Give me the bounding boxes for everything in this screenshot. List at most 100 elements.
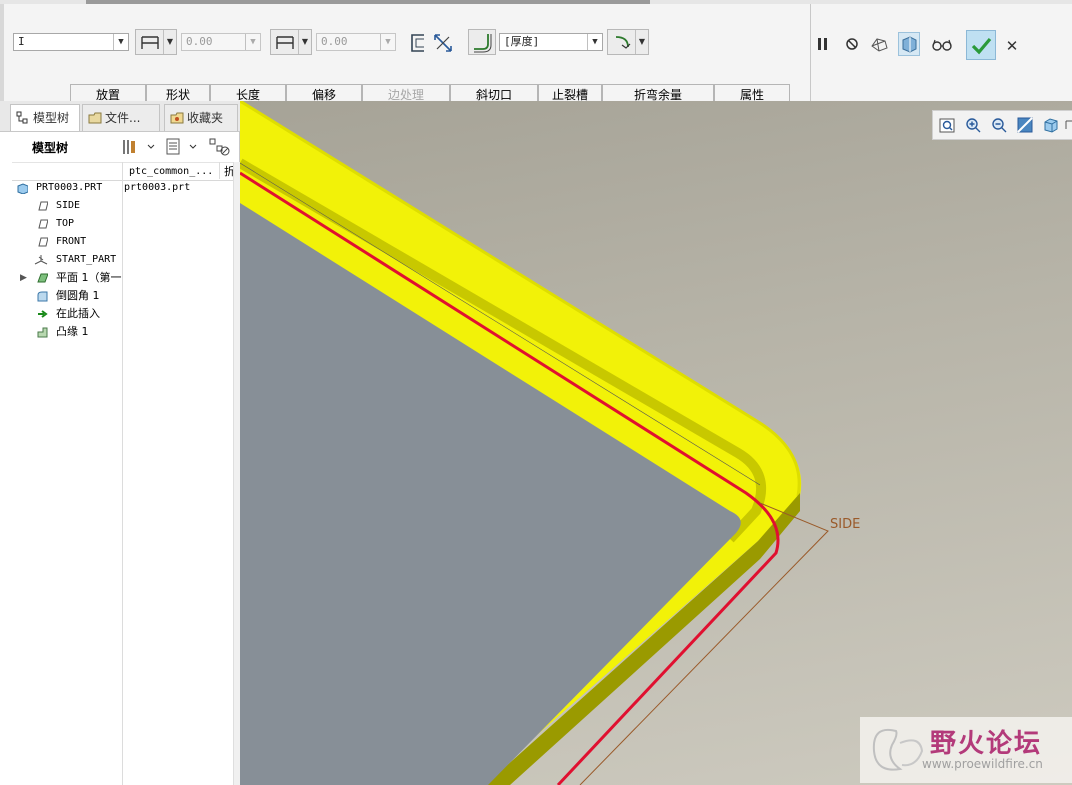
expand-arrow-icon[interactable]: ▶ <box>20 269 27 287</box>
tree-label-flange: 凸缘 1 <box>56 325 89 338</box>
tree-row-front[interactable]: FRONT <box>36 233 122 251</box>
tab-model-tree-label: 模型树 <box>33 111 70 125</box>
feature-dashboard: I ▼ ▼ 0.00 ▼ ▼ 0.00 ▼ [厚度] ▼ ▼ 放置 形状 长度 … <box>4 4 1072 104</box>
insert-here-arrow-icon <box>38 310 48 318</box>
chevron-down-icon: ▼ <box>163 30 176 54</box>
dashboard-separator <box>810 4 811 101</box>
favorites-folder-icon <box>170 112 184 124</box>
tree-row-top[interactable]: TOP <box>36 215 122 233</box>
length-span-icon <box>141 36 159 49</box>
bend-radius-side-button[interactable]: ▼ <box>607 29 649 55</box>
watermark-url: www.proewildfire.cn <box>922 757 1043 771</box>
check-icon <box>971 37 992 55</box>
length-span-icon <box>276 36 294 49</box>
tree-row-flange[interactable]: 凸缘 1 <box>36 323 122 341</box>
flange-type-value: I <box>18 35 25 48</box>
length1-type-button[interactable]: ▼ <box>135 29 177 55</box>
show-menu-button[interactable] <box>164 136 200 158</box>
datum-plane-icon <box>38 219 48 229</box>
thickness-value: [厚度] <box>504 35 540 48</box>
csys-icon <box>34 255 48 265</box>
refit-icon[interactable] <box>939 117 955 133</box>
thickness-combo[interactable]: [厚度] ▼ <box>499 33 603 51</box>
tree-row-insert-here[interactable]: 在此插入 <box>36 305 122 323</box>
chevron-down-icon: ▼ <box>587 34 602 50</box>
tree-row-planar-wall[interactable]: ▶ 平面 1（第一 <box>20 269 122 287</box>
length1-input[interactable]: 0.00 ▼ <box>181 33 261 51</box>
sketch-side-icon <box>411 34 424 52</box>
round-icon <box>37 291 48 302</box>
watermark-logo-icon <box>872 729 924 771</box>
tree-label-front: FRONT <box>56 236 87 247</box>
chevron-down-icon: ▼ <box>245 34 260 50</box>
pause-button[interactable] <box>812 32 834 56</box>
attached-preview-button[interactable] <box>868 32 890 56</box>
length1-value: 0.00 <box>186 35 213 48</box>
tree-col2-part: prt0003.prt <box>124 182 191 193</box>
flange-type-combo[interactable]: I ▼ <box>13 33 129 51</box>
model-tree-toolbar: 模型树 <box>12 132 240 162</box>
zoom-out-icon[interactable] <box>991 117 1007 133</box>
model-tree-icon <box>16 111 28 124</box>
settings-menu-button[interactable] <box>120 136 156 158</box>
tree-row-round[interactable]: 倒圆角 1 <box>36 287 122 305</box>
model-geometry <box>240 101 829 785</box>
tools-icon <box>123 140 155 154</box>
tree-row-part[interactable]: PRT0003.PRT prt0003.prt <box>16 179 232 197</box>
detached-preview-button[interactable] <box>898 32 920 56</box>
chevron-down-icon: ▼ <box>380 34 395 50</box>
folder-icon <box>88 112 102 124</box>
no-preview-icon <box>846 38 858 50</box>
datum-plane-icon <box>38 237 48 247</box>
tree-label-planar-wall: 平面 1（第一 <box>56 271 122 284</box>
graphics-viewport[interactable]: SIDE 野火论坛 www.proewildfire.cn <box>240 101 1072 785</box>
no-preview-button[interactable] <box>841 32 863 56</box>
pause-icon <box>818 38 827 50</box>
tree-label-side: SIDE <box>56 200 81 211</box>
flip-direction-button[interactable] <box>432 32 454 54</box>
datum-label-side[interactable]: SIDE <box>830 517 860 532</box>
column-header-ptc-common[interactable]: ptc_common_... <box>129 164 213 179</box>
shaded-preview-icon <box>902 36 917 53</box>
navigator-tabs: 模型树 文件... 收藏夹 <box>0 101 240 132</box>
verify-preview-button[interactable] <box>930 32 952 56</box>
flange-icon <box>37 327 48 338</box>
length2-type-button[interactable]: ▼ <box>270 29 312 55</box>
watermark-title: 野火论坛 <box>930 729 1043 759</box>
tree-filter-button[interactable] <box>208 136 232 158</box>
saved-views-icon[interactable] <box>1065 117 1072 133</box>
tab-model-tree[interactable]: 模型树 <box>10 104 80 131</box>
thicken-side-button[interactable] <box>408 32 430 54</box>
tree-label-round: 倒圆角 1 <box>56 289 100 302</box>
ok-button[interactable] <box>966 30 996 60</box>
tree-row-side[interactable]: SIDE <box>36 197 122 215</box>
cancel-button[interactable]: ✕ <box>1001 34 1023 58</box>
bend-icon <box>474 34 492 53</box>
glasses-icon <box>932 39 952 51</box>
length2-input[interactable]: 0.00 ▼ <box>316 33 396 51</box>
repaint-icon[interactable] <box>1017 117 1033 133</box>
part-icon <box>17 183 28 194</box>
tree-row-start-part[interactable]: START_PART <box>34 251 122 269</box>
display-style-icon[interactable] <box>1043 117 1059 133</box>
tree-label-insert-here: 在此插入 <box>56 307 100 320</box>
flip-arrows-icon <box>434 34 452 52</box>
model-tree-title: 模型树 <box>32 141 69 155</box>
list-view-icon <box>166 138 197 155</box>
bend-radius-icon <box>615 36 631 49</box>
tree-label-part: PRT0003.PRT <box>36 182 103 193</box>
wireframe-preview-icon <box>871 38 888 52</box>
view-toolbar <box>932 110 1072 140</box>
zoom-in-icon[interactable] <box>965 117 981 133</box>
tab-folder-browser[interactable]: 文件... <box>82 104 160 131</box>
forum-watermark: 野火论坛 www.proewildfire.cn <box>860 717 1072 783</box>
chevron-down-icon: ▼ <box>298 30 311 54</box>
tab-favorites-label: 收藏夹 <box>187 111 224 125</box>
planar-wall-icon <box>37 273 48 283</box>
navigator-panel: 模型树 文件... 收藏夹 模型树 ptc_common_... 折 PRT00… <box>0 101 241 785</box>
tab-favorites[interactable]: 收藏夹 <box>164 104 238 131</box>
chevron-down-icon: ▼ <box>113 34 128 50</box>
close-icon: ✕ <box>1005 37 1019 55</box>
bend-type-button[interactable] <box>468 29 496 55</box>
tab-folder-label: 文件... <box>105 111 141 125</box>
